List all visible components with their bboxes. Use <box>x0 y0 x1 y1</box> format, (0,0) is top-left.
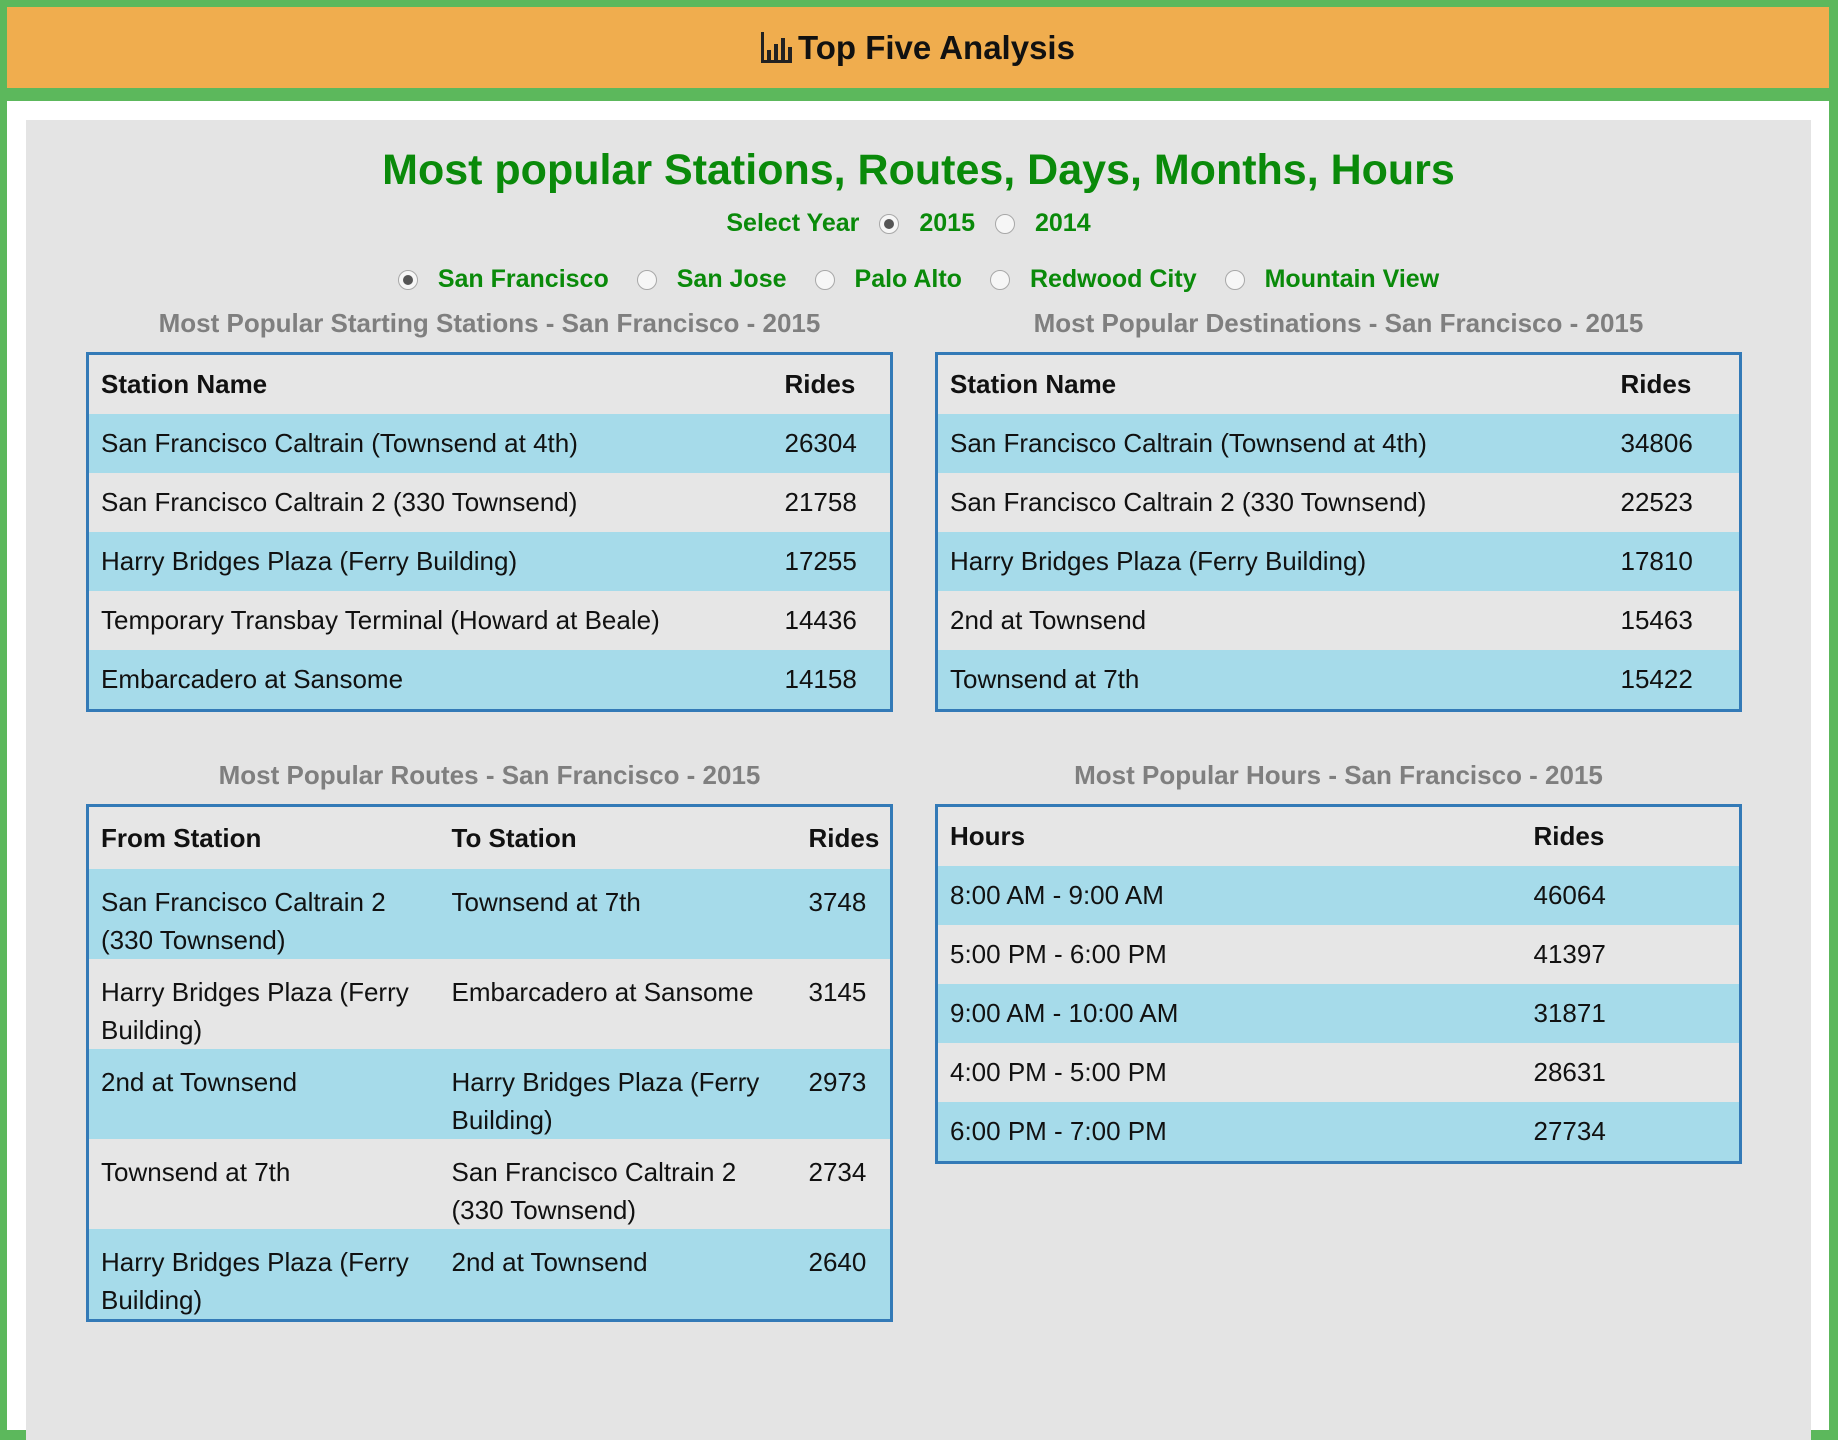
destinations-table: Station Name Rides San Francisco Caltrain… <box>935 352 1742 712</box>
hours-table: Hours Rides 8:00 AM - 9:00 AM 46064 5:00 P… <box>935 804 1742 1164</box>
radio-button[interactable] <box>879 213 900 234</box>
column-header: Station Name <box>936 353 1609 414</box>
table-row: San Francisco Caltrain 2 (330 Townsend) 2… <box>87 473 892 532</box>
content-area: Most popular Stations, Routes, Days, Mon… <box>7 101 1829 1440</box>
column-header: From Station <box>87 805 440 869</box>
radio-button[interactable] <box>814 269 835 290</box>
table-row: 4:00 PM - 5:00 PM 28631 <box>936 1043 1741 1102</box>
radio-button[interactable] <box>397 269 418 290</box>
table-row: 8:00 AM - 9:00 AM 46064 <box>936 866 1741 925</box>
table-row: Harry Bridges Plaza (Ferry Building) Emba… <box>87 959 892 1049</box>
city-option-san-francisco[interactable]: San Francisco <box>397 265 609 294</box>
table-row: Harry Bridges Plaza (Ferry Building) 2nd … <box>87 1229 892 1321</box>
table-row: Townsend at 7th 15422 <box>936 650 1741 711</box>
starting-stations-table: Station Name Rides San Francisco Caltrain… <box>86 352 893 712</box>
year-selector: Select Year 2015 2014 <box>26 209 1811 238</box>
radio-button[interactable] <box>1224 269 1245 290</box>
bar-chart-icon <box>761 32 793 63</box>
table-row: Temporary Transbay Terminal (Howard at B… <box>87 591 892 650</box>
analysis-panel: Most popular Stations, Routes, Days, Mon… <box>26 120 1811 1440</box>
table-row: Harry Bridges Plaza (Ferry Building) 1781… <box>936 532 1741 591</box>
routes-table: From Station To Station Rides San Francisc… <box>86 804 893 1322</box>
table-row: Townsend at 7th San Francisco Caltrain 2 … <box>87 1139 892 1229</box>
table-row: San Francisco Caltrain (Townsend at 4th)… <box>87 414 892 473</box>
table-row: San Francisco Caltrain 2 (330 Townsend) T… <box>87 869 892 959</box>
app-header: Top Five Analysis <box>7 7 1829 88</box>
city-option-san-jose[interactable]: San Jose <box>636 265 787 294</box>
column-header: Rides <box>1608 353 1741 414</box>
year-option-2014[interactable]: 2014 <box>994 209 1091 238</box>
column-header: Hours <box>936 805 1522 866</box>
radio-button[interactable] <box>994 213 1015 234</box>
table-row: Harry Bridges Plaza (Ferry Building) 1725… <box>87 532 892 591</box>
table-row: 6:00 PM - 7:00 PM 27734 <box>936 1102 1741 1163</box>
routes-title: Most Popular Routes - San Francisco - 20… <box>218 760 761 790</box>
destinations-title: Most Popular Destinations - San Francisc… <box>1033 308 1644 338</box>
radio-button[interactable] <box>636 269 657 290</box>
year-label: Select Year <box>726 209 860 237</box>
starting-stations-title: Most Popular Starting Stations - San Fra… <box>158 308 821 338</box>
app-title: Top Five Analysis <box>798 28 1075 66</box>
column-header: Rides <box>796 805 892 869</box>
table-row: 9:00 AM - 10:00 AM 31871 <box>936 984 1741 1043</box>
city-option-mountain-view[interactable]: Mountain View <box>1224 265 1439 294</box>
column-header: Rides <box>1521 805 1741 866</box>
city-selector: San Francisco San Jose Palo Alto Redwood… <box>26 265 1811 294</box>
city-option-redwood-city[interactable]: Redwood City <box>989 265 1197 294</box>
table-row: Embarcadero at Sansome 14158 <box>87 650 892 711</box>
table-row: 5:00 PM - 6:00 PM 41397 <box>936 925 1741 984</box>
city-option-palo-alto[interactable]: Palo Alto <box>814 265 962 294</box>
table-row: San Francisco Caltrain (Townsend at 4th)… <box>936 414 1741 473</box>
year-option-2015[interactable]: 2015 <box>879 209 975 238</box>
radio-button[interactable] <box>989 269 1010 290</box>
hours-title: Most Popular Hours - San Francisco - 201… <box>1074 760 1603 790</box>
page-title: Most popular Stations, Routes, Days, Mon… <box>382 146 1455 194</box>
table-row: 2nd at Townsend 15463 <box>936 591 1741 650</box>
table-row: 2nd at Townsend Harry Bridges Plaza (Ferr… <box>87 1049 892 1139</box>
column-header: Rides <box>772 353 892 414</box>
column-header: Station Name <box>87 353 773 414</box>
column-header: To Station <box>439 805 797 869</box>
table-row: San Francisco Caltrain 2 (330 Townsend) 2… <box>936 473 1741 532</box>
